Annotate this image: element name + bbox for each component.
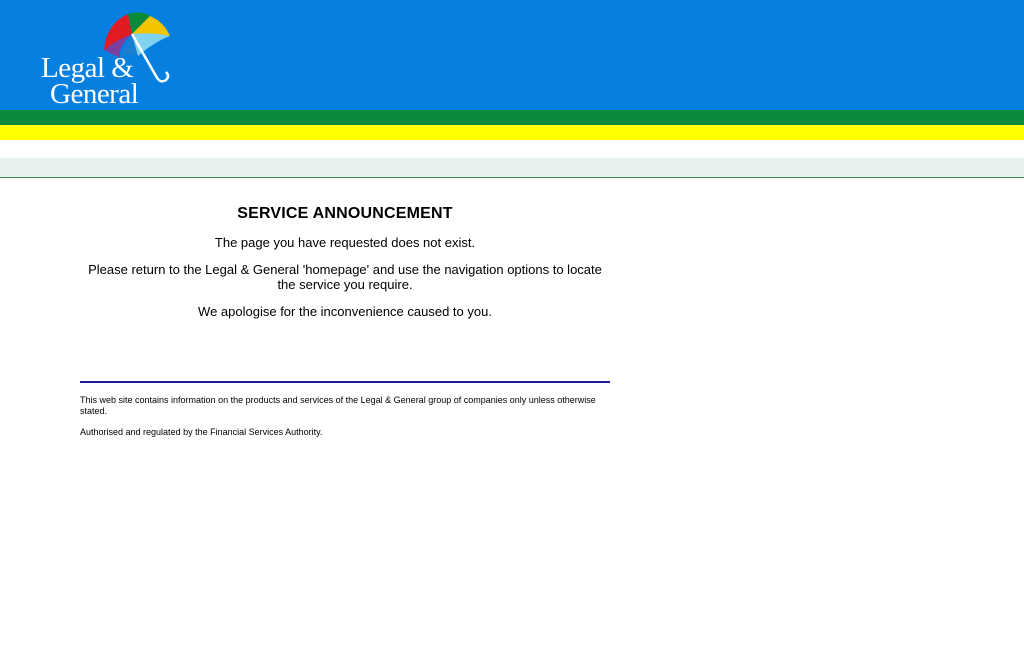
footer-regulation: Authorised and regulated by the Financia…: [80, 427, 323, 437]
footer: This web site contains information on th…: [80, 395, 610, 448]
footer-disclaimer: This web site contains information on th…: [80, 395, 596, 416]
announcement-paragraph: We apologise for the inconvenience cause…: [198, 304, 492, 319]
announcement-title: SERVICE ANNOUNCEMENT: [237, 205, 453, 222]
announcement-paragraph: The page you have requested does not exi…: [214, 235, 476, 250]
announcement-paragraph: Please return to the Legal & General 'ho…: [88, 262, 602, 292]
header-yellow-band: [0, 125, 1024, 140]
nav-bar: [0, 158, 1024, 178]
site-logo[interactable]: Legal & General: [38, 10, 178, 110]
announcement-panel: SERVICE ANNOUNCEMENT The page you have r…: [80, 205, 610, 331]
header-green-band: [0, 110, 1024, 125]
logo-text-line2: General: [50, 78, 139, 110]
header-white-band: [0, 140, 1024, 158]
footer-divider: [80, 381, 610, 383]
